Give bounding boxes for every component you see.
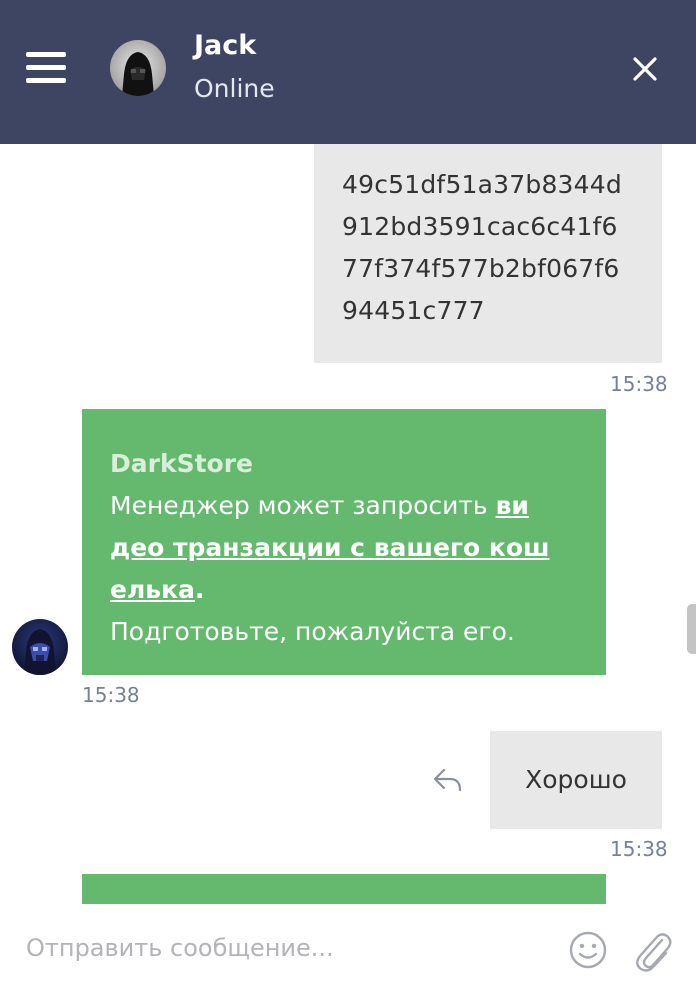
sender-name: DarkStore [110,449,253,478]
message-text-line: део транзакции с вашего кош [110,527,586,569]
contact-status: Online [194,74,275,103]
video-link[interactable]: елька [110,575,195,604]
emoji-icon[interactable] [568,930,608,970]
chat-header: Jack Online [0,0,696,144]
message-list[interactable]: 49c51df51a37b8344d 912bd3591cac6c41f6 77… [0,144,696,904]
hamburger-menu-icon[interactable] [26,50,68,86]
message-text-line: 94451c777 [342,296,485,325]
avatar[interactable] [110,40,166,96]
incoming-message-bubble [82,874,606,904]
message-timestamp: 15:38 [610,837,668,861]
message-text-line: елька. [110,569,586,611]
sender-avatar[interactable] [12,619,68,675]
menu-bar [26,52,66,57]
incoming-message-bubble: DarkStore Менеджер может запросить ви де… [82,409,606,675]
message-text: Менеджер может запросить [110,491,496,520]
contact-name: Jack [194,30,257,61]
message-composer [0,904,696,988]
message-timestamp: 15:38 [610,372,668,396]
darth-vader-avatar-icon [110,40,166,96]
message-timestamp: 15:38 [82,683,140,707]
video-link[interactable]: ви [496,491,529,520]
message-text-line: 49c51df51a37b8344d [342,170,622,199]
message-input[interactable] [26,924,546,972]
menu-bar [26,65,66,70]
paperclip-icon[interactable] [632,928,674,972]
video-link[interactable]: део транзакции с вашего кош [110,533,550,562]
reply-arrow-icon[interactable] [432,766,464,794]
message-text-line: Подготовьте, пожалуйста его. [110,617,515,646]
outgoing-message-bubble: Хорошо [490,731,662,829]
close-icon[interactable] [628,52,662,86]
message-text-line: 912bd3591cac6c41f6 [342,212,618,241]
message-text-line: Менеджер может запросить ви [110,485,586,527]
message-text: . [194,575,205,604]
message-text-line: 77f374f577b2bf067f6 [342,254,620,283]
outgoing-message-bubble: 49c51df51a37b8344d 912bd3591cac6c41f6 77… [314,144,662,363]
menu-bar [26,78,66,83]
scrollbar-thumb[interactable] [687,604,696,654]
darth-vader-avatar-icon [12,619,68,675]
